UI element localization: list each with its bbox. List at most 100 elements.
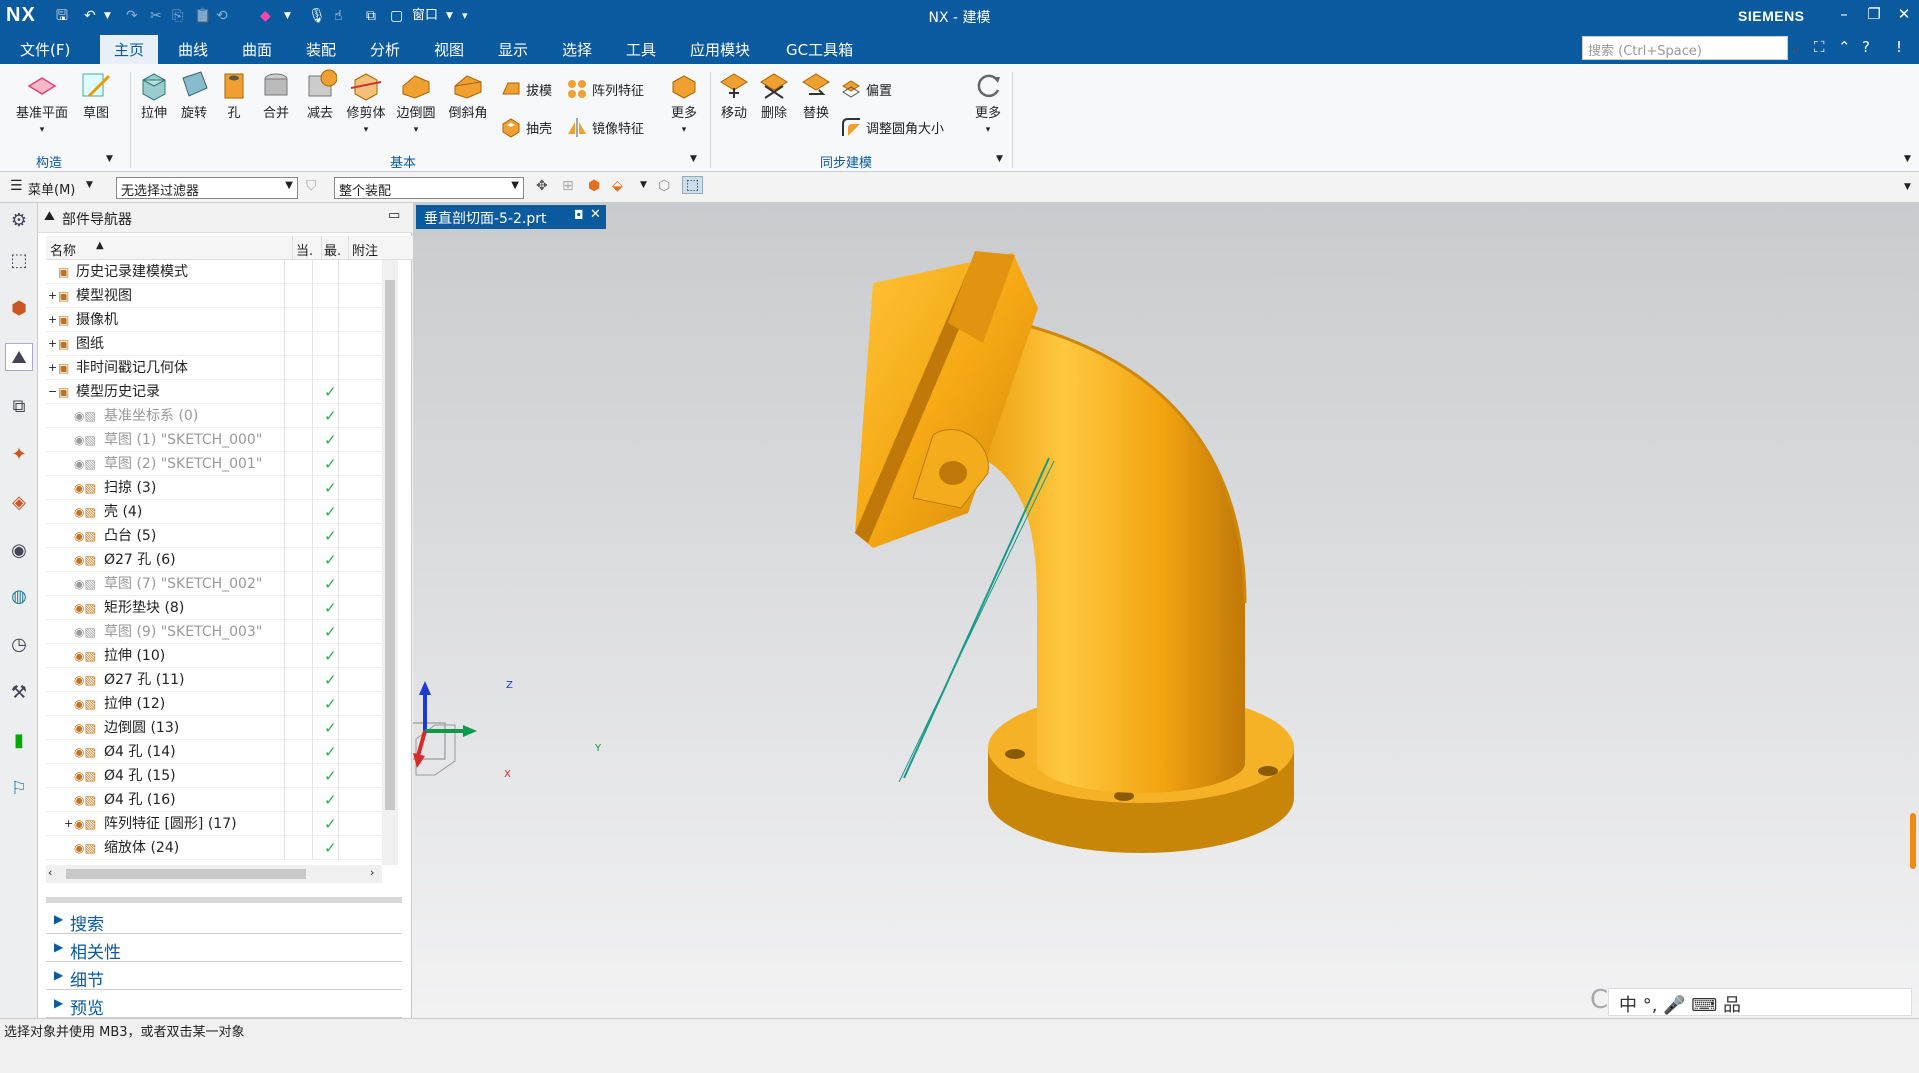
menu-file[interactable]: 文件(F): [20, 39, 70, 60]
sketch-button[interactable]: 草图: [76, 68, 116, 121]
menu-button[interactable]: 菜单(M): [28, 179, 75, 198]
menu-curve[interactable]: 曲线: [178, 39, 208, 60]
tree-row[interactable]: ◉▧ 边倒圆 (13) ✓: [46, 716, 392, 740]
unite-button[interactable]: 合并: [254, 68, 298, 121]
ime-toolbar[interactable]: 中 °, 🎤 ⌨ 品: [1608, 988, 1912, 1016]
move-face-button[interactable]: 移动: [714, 68, 754, 121]
offset-region-button[interactable]: 偏置: [840, 78, 892, 100]
resize-blend-button[interactable]: 调整圆角大小: [840, 116, 944, 138]
tree-row[interactable]: ◉▧ 矩形垫块 (8) ✓: [46, 596, 392, 620]
graphics-window[interactable]: Z Y X: [406, 203, 1919, 1018]
selection-scope-select[interactable]: 整个装配 ▼: [334, 177, 524, 199]
restore-icon[interactable]: ❐: [1860, 5, 1888, 23]
close-tab-icon[interactable]: ✕: [590, 207, 601, 222]
navigator-horizontal-scrollbar[interactable]: ‹ ›: [46, 865, 382, 883]
section-details[interactable]: ▶ 细节: [46, 963, 402, 991]
orange-edge-handle[interactable]: [1910, 813, 1916, 869]
tree-row[interactable]: ◉▧ Ø27 孔 (11) ✓: [46, 668, 392, 692]
show-hidden-icon[interactable]: ⬡: [658, 178, 670, 194]
expand-toggle-icon[interactable]: +: [48, 284, 57, 308]
menu-tools[interactable]: 工具: [626, 39, 656, 60]
tree-row[interactable]: ◉▧ 缩放体 (24) ✓: [46, 836, 392, 860]
menu-home[interactable]: 主页: [100, 35, 159, 64]
process-studio-icon[interactable]: ⚒: [5, 679, 33, 707]
document-tab[interactable]: 垂直剖切面-5-2.prt ◘ ✕: [416, 205, 606, 229]
ribbon-options-icon[interactable]: ▼: [1904, 154, 1911, 164]
extrude-button[interactable]: 拉伸: [134, 68, 174, 121]
sync-group-dropdown-icon[interactable]: ▼: [996, 154, 1003, 164]
subtract-button[interactable]: 减去: [298, 68, 342, 121]
assembly-navigator-icon[interactable]: ⬚: [5, 247, 33, 275]
menu-gc-toolkit[interactable]: GC工具箱: [786, 39, 853, 60]
edge-blend-button[interactable]: 边倒圆 ▾: [392, 68, 440, 136]
settings-icon[interactable]: ⚙: [5, 207, 33, 235]
section-dependencies[interactable]: ▶ 相关性: [46, 935, 402, 963]
select-feature-icon[interactable]: ⬢: [588, 178, 600, 194]
panel-splitter[interactable]: [46, 897, 402, 903]
section-preview[interactable]: ▶ 预览: [46, 991, 402, 1019]
collapse-ribbon-icon[interactable]: ⌃: [1838, 38, 1851, 56]
column-name[interactable]: 名称: [50, 240, 76, 259]
tree-row[interactable]: + ▣ 摄像机: [46, 308, 392, 332]
column-latest[interactable]: 最.: [324, 240, 341, 259]
tree-row[interactable]: ◉▧ 扫掠 (3) ✓: [46, 476, 392, 500]
system-materials-icon[interactable]: ◍: [5, 583, 33, 611]
type-filter-select[interactable]: 无选择过滤器 ▼: [116, 177, 298, 199]
sync-more-button[interactable]: 更多 ▾: [968, 68, 1008, 136]
tree-row[interactable]: ◉▧ Ø4 孔 (14) ✓: [46, 740, 392, 764]
minimize-icon[interactable]: –: [1830, 5, 1858, 23]
chamfer-button[interactable]: 倒斜角: [444, 68, 492, 121]
section-search[interactable]: ▶ 搜索: [46, 907, 402, 935]
reuse-library-icon[interactable]: ⧉: [5, 393, 33, 421]
close-icon[interactable]: ✕: [1890, 5, 1918, 23]
tree-row[interactable]: ◉▧ 草图 (7) "SKETCH_002" ✓: [46, 572, 392, 596]
help-icon[interactable]: ?: [1862, 38, 1870, 56]
command-search-input[interactable]: 搜索 (Ctrl+Space): [1582, 36, 1788, 60]
tree-row[interactable]: ◉▧ 凸台 (5) ✓: [46, 524, 392, 548]
menu-assembly[interactable]: 装配: [306, 39, 336, 60]
tree-row[interactable]: ◉▧ 拉伸 (12) ✓: [46, 692, 392, 716]
tree-row[interactable]: + ▣ 非时间戳记几何体: [46, 356, 392, 380]
hamburger-icon[interactable]: ☰: [10, 178, 23, 194]
scroll-right-icon[interactable]: ›: [370, 866, 374, 879]
viewport-canvas[interactable]: [406, 203, 1919, 1018]
expand-toggle-icon[interactable]: +: [48, 332, 57, 356]
menu-dropdown-icon[interactable]: ▼: [86, 180, 93, 190]
tree-row[interactable]: ◉▧ 壳 (4) ✓: [46, 500, 392, 524]
tree-row[interactable]: ◉▧ Ø4 孔 (16) ✓: [46, 788, 392, 812]
column-note[interactable]: 附注: [352, 240, 378, 259]
basic-more-button[interactable]: 更多 ▾: [664, 68, 704, 136]
notification-icon[interactable]: !: [1896, 38, 1902, 56]
tree-row[interactable]: ◉▧ 草图 (2) "SKETCH_001" ✓: [46, 452, 392, 476]
menu-analysis[interactable]: 分析: [370, 39, 400, 60]
menu-surface[interactable]: 曲面: [242, 39, 272, 60]
datum-plane-button[interactable]: 基准平面 ▾: [10, 68, 74, 136]
tree-row[interactable]: ▣ 历史记录建模模式: [46, 260, 392, 284]
search-icon[interactable]: ⌕: [1792, 40, 1800, 58]
delete-face-button[interactable]: 删除: [754, 68, 794, 121]
menu-select[interactable]: 选择: [562, 39, 592, 60]
mirror-feature-button[interactable]: 镜像特征: [566, 116, 644, 138]
expand-toggle-icon[interactable]: +: [64, 812, 73, 836]
snap-point-icon[interactable]: ⬚: [682, 176, 704, 194]
hole-button[interactable]: 孔: [214, 68, 254, 121]
revolve-button[interactable]: 旋转: [174, 68, 214, 121]
tree-row[interactable]: ◉▧ 草图 (9) "SKETCH_003" ✓: [46, 620, 392, 644]
pattern-feature-button[interactable]: 阵列特征: [566, 78, 644, 100]
column-current[interactable]: 当.: [296, 240, 313, 259]
expand-toggle-icon[interactable]: −: [48, 380, 57, 404]
tree-row[interactable]: ◉▧ Ø27 孔 (6) ✓: [46, 548, 392, 572]
construct-group-dropdown-icon[interactable]: ▼: [106, 154, 113, 164]
expand-toggle-icon[interactable]: +: [48, 308, 57, 332]
tree-row[interactable]: + ▣ 模型视图: [46, 284, 392, 308]
tree-row[interactable]: ◉▧ 基准坐标系 (0) ✓: [46, 404, 392, 428]
draft-button[interactable]: 拔模: [500, 78, 552, 100]
constraint-navigator-icon[interactable]: ⬢: [5, 295, 33, 323]
shell-button[interactable]: 抽壳: [500, 116, 552, 138]
replace-face-button[interactable]: 替换: [796, 68, 836, 121]
tree-row[interactable]: + ◉▧ 阵列特征 [圆形] (17) ✓: [46, 812, 392, 836]
general-select-icon[interactable]: ✥: [536, 178, 548, 194]
pin-icon[interactable]: ◘: [574, 208, 584, 222]
part-navigator-icon[interactable]: ⛰: [5, 343, 33, 371]
roles-icon[interactable]: ▮: [5, 727, 33, 755]
